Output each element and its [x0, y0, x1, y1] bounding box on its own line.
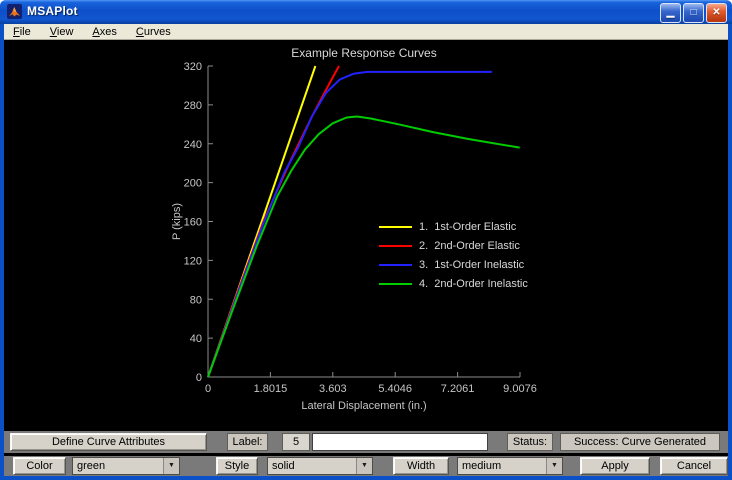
legend-line-swatch: [379, 226, 412, 228]
legend-entry: 4. 2nd-Order Inelastic: [379, 274, 528, 293]
menu-bar: File View Axes Curves: [4, 24, 728, 40]
x-tick-label: 7.2061: [441, 383, 475, 395]
label-caption: Label:: [227, 433, 268, 451]
x-tick-label: 5.4046: [378, 383, 412, 395]
minimize-button[interactable]: ▁: [660, 3, 681, 23]
window-title: MSAPlot: [27, 4, 78, 18]
y-tick-label: 240: [184, 139, 202, 151]
legend-line-swatch: [379, 245, 412, 247]
close-button[interactable]: ✕: [706, 3, 727, 23]
legend-entry: 3. 1st-Order Inelastic: [379, 255, 528, 274]
define-curve-attributes-button[interactable]: Define Curve Attributes: [10, 433, 207, 451]
matlab-logo-icon: [8, 5, 21, 18]
plot-canvas: 0 1.8015 3.603 5.4046 7.2061 9.0076 0 40 80 120 16…: [4, 40, 728, 431]
width-button[interactable]: Width: [393, 457, 449, 475]
legend-line-swatch: [379, 283, 412, 285]
curve-toolbar: Define Curve Attributes Label: 5 Status:…: [4, 431, 728, 453]
apply-button[interactable]: Apply: [580, 457, 650, 475]
menu-axes[interactable]: Axes: [87, 25, 121, 39]
y-tick-label: 320: [184, 61, 202, 73]
maximize-button[interactable]: □: [683, 3, 704, 23]
y-axis-label: P (kips): [171, 203, 183, 240]
width-dropdown[interactable]: medium ▼: [457, 457, 563, 475]
y-tick-label: 80: [190, 294, 202, 306]
y-tick-label: 280: [184, 100, 202, 112]
label-text-input[interactable]: [312, 433, 488, 451]
status-caption: Status:: [507, 433, 553, 451]
cancel-button[interactable]: Cancel: [660, 457, 728, 475]
y-tick-label: 120: [184, 255, 202, 267]
chevron-down-icon[interactable]: ▼: [356, 458, 372, 474]
menu-view[interactable]: View: [45, 25, 79, 39]
chevron-down-icon[interactable]: ▼: [546, 458, 562, 474]
menu-curves[interactable]: Curves: [131, 25, 176, 39]
style-dropdown-value: solid: [268, 458, 356, 474]
x-tick-label: 3.603: [319, 383, 347, 395]
y-tick-label: 0: [196, 372, 202, 384]
plot-legend: 1. 1st-Order Elastic 2. 2nd-Order Elastic…: [379, 217, 528, 293]
attribute-toolbar: Color green ▼ Style solid ▼ Width medium…: [4, 456, 728, 476]
legend-label: 1. 1st-Order Elastic: [419, 221, 516, 233]
status-value: Success: Curve Generated: [560, 433, 720, 451]
legend-entry: 1. 1st-Order Elastic: [379, 217, 528, 236]
legend-entry: 2. 2nd-Order Elastic: [379, 236, 528, 255]
matlab-app-icon: [7, 4, 22, 19]
x-axis-label: Lateral Displacement (in.): [301, 400, 426, 412]
x-tick-label: 0: [205, 383, 211, 395]
plot-area: 0 1.8015 3.603 5.4046 7.2061 9.0076 0 40 80 120 16…: [4, 40, 728, 431]
menu-file[interactable]: File: [8, 25, 36, 39]
y-tick-label: 160: [184, 217, 202, 229]
legend-label: 4. 2nd-Order Inelastic: [419, 278, 528, 290]
chart-title: Example Response Curves: [291, 46, 436, 60]
y-tick-label: 200: [184, 178, 202, 190]
app-window: MSAPlot ▁ □ ✕ File View Axes Curves 0 1.8…: [0, 0, 732, 480]
x-tick-label: 9.0076: [503, 383, 537, 395]
color-dropdown-value: green: [73, 458, 163, 474]
title-bar: MSAPlot ▁ □ ✕: [0, 0, 732, 24]
legend-label: 2. 2nd-Order Elastic: [419, 240, 520, 252]
y-tick-label: 40: [190, 333, 202, 345]
curve-number-field[interactable]: 5: [282, 433, 310, 451]
x-tick-label: 1.8015: [254, 383, 288, 395]
plot-curve: [208, 66, 339, 377]
style-button[interactable]: Style: [216, 457, 258, 475]
color-dropdown[interactable]: green ▼: [72, 457, 180, 475]
color-button[interactable]: Color: [13, 457, 66, 475]
chevron-down-icon[interactable]: ▼: [163, 458, 179, 474]
style-dropdown[interactable]: solid ▼: [267, 457, 373, 475]
legend-line-swatch: [379, 264, 412, 266]
width-dropdown-value: medium: [458, 458, 546, 474]
legend-label: 3. 1st-Order Inelastic: [419, 259, 524, 271]
